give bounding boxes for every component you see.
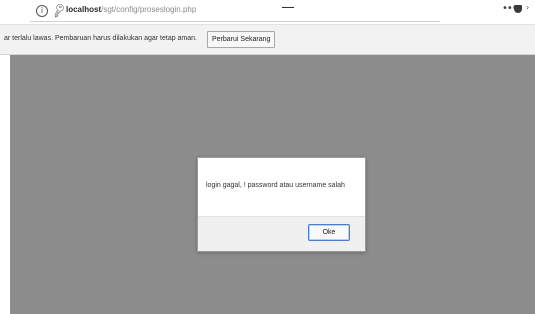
dialog-message: login gagal, ! password atau username sa… (206, 182, 345, 189)
url-path: /sgt/config/proseslogin.php (101, 5, 197, 14)
browser-toolbar: i 🔑︎ localhost/sgt/config/proseslogin.ph… (0, 0, 535, 24)
update-now-button[interactable]: Perbarui Sekarang (207, 31, 276, 48)
minimize-line (282, 7, 294, 8)
chevron-icon[interactable]: › (526, 3, 529, 12)
dialog-body: login gagal, ! password atau username sa… (198, 158, 365, 216)
shield-icon[interactable] (514, 5, 522, 13)
info-icon[interactable]: i (36, 5, 48, 17)
notification-text: ar terlalu lawas. Pembaruan harus dilaku… (4, 35, 197, 42)
alert-dialog: login gagal, ! password atau username sa… (197, 157, 366, 252)
address-bar[interactable]: i 🔑︎ localhost/sgt/config/proseslogin.ph… (30, 2, 440, 22)
url-host: localhost (66, 5, 102, 14)
url-text[interactable]: localhost/sgt/config/proseslogin.php (66, 5, 196, 14)
ok-button[interactable]: Oke (308, 224, 350, 241)
dialog-footer: Oke (198, 216, 365, 251)
update-notification-bar: ar terlalu lawas. Pembaruan harus dilaku… (0, 24, 535, 55)
